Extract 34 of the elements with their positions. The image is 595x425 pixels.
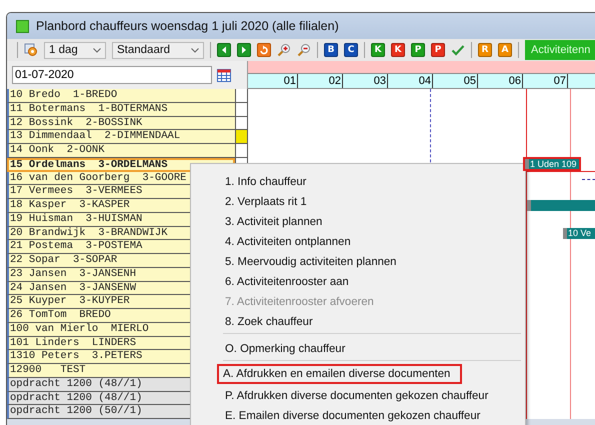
hour-label: 05 [433, 74, 478, 88]
hour-label: 07 [523, 74, 568, 88]
zoom-out-icon[interactable] [297, 43, 311, 57]
zoom-in-icon[interactable] [277, 43, 291, 57]
view-dropdown[interactable]: Standaard [112, 42, 204, 58]
hour-label: 01 [253, 74, 298, 88]
hour-label: 06 [478, 74, 523, 88]
previous-icon[interactable] [217, 43, 231, 57]
activity-bar[interactable]: 10 Ve [563, 228, 595, 238]
letter-button[interactable]: K [391, 43, 405, 57]
date-field[interactable]: 01-07-2020 [12, 66, 212, 84]
app-icon [16, 20, 29, 32]
hour-label: 04 [388, 74, 433, 88]
check-icon[interactable] [451, 43, 465, 57]
hour-label: 03 [343, 74, 388, 88]
letter-button[interactable]: C [344, 43, 358, 57]
driver-row[interactable]: 12 Bossink 2-BOSSINK [7, 116, 235, 130]
next-icon[interactable] [237, 43, 251, 57]
caret-icon [191, 48, 199, 52]
driver-row[interactable]: 11 Botermans 1-BOTERMANS [7, 102, 235, 116]
caret-icon [93, 48, 101, 52]
calendar-icon[interactable] [217, 68, 231, 82]
activity-bar[interactable]: 1 Uden 109 [523, 156, 581, 171]
menu-item[interactable]: A. Afdrukken en emailen diverse documenten [217, 364, 462, 384]
letter-button[interactable]: P [431, 43, 445, 57]
hour-label: 02 [298, 74, 343, 88]
driver-row[interactable]: 14 Oonk 2-OONK [7, 144, 235, 158]
driver-row[interactable]: 13 Dimmendaal 2-DIMMENDAAL [7, 130, 235, 144]
settings-icon[interactable] [24, 43, 38, 57]
letter-button[interactable]: B [324, 43, 338, 57]
window-title: Planbord chauffeurs woensdag 1 juli 2020 (alle filialen) [36, 19, 339, 33]
driver-row[interactable]: 10 Bredo 1-BREDO [7, 89, 235, 103]
refresh-icon[interactable] [257, 43, 271, 57]
period-dropdown[interactable]: 1 dag [44, 42, 106, 58]
